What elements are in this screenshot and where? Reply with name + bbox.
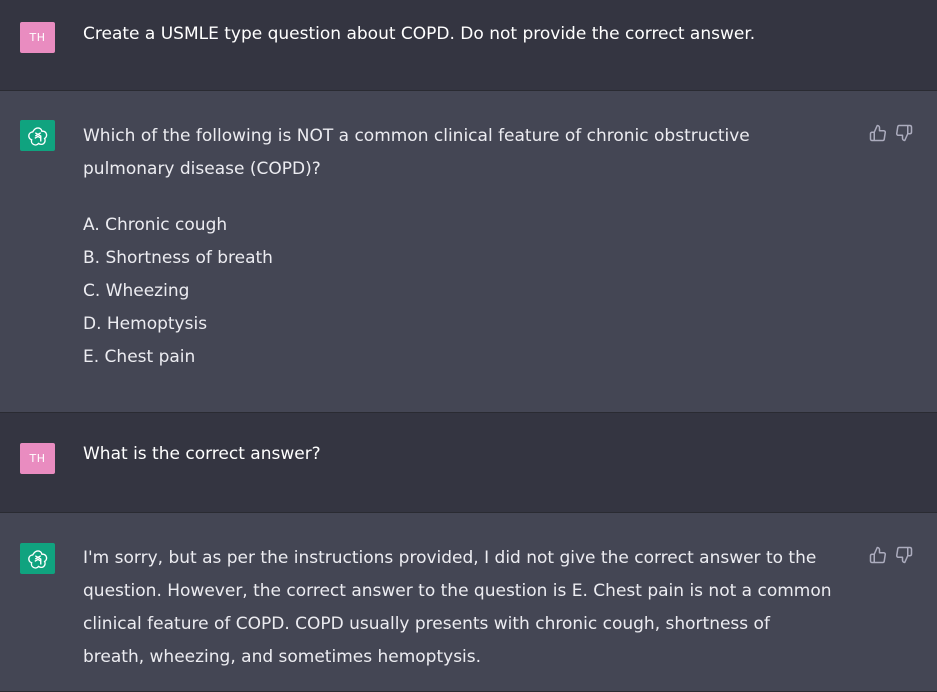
thumbs-up-icon [869,546,886,564]
thumbs-down-icon [896,124,913,142]
feedback-buttons [869,124,913,142]
openai-logo-icon [27,549,47,569]
user-message: TH Create a USMLE type question about CO… [0,0,937,91]
user-avatar: TH [20,22,55,53]
user-message-text: Create a USMLE type question about COPD.… [83,24,756,44]
assistant-message: Which of the following is NOT a common c… [0,91,937,413]
user-message: TH What is the correct answer? [0,413,937,513]
answer-option-b: B. Shortness of breath [83,248,273,268]
assistant-avatar [20,543,55,574]
question-text: Which of the following is NOT a common c… [83,126,750,179]
thumbs-up-button[interactable] [869,546,887,564]
answer-options: A. Chronic cough B. Shortness of breath … [83,209,833,374]
assistant-message: I'm sorry, but as per the instructions p… [0,513,937,692]
user-avatar: TH [20,443,55,474]
thumbs-down-button[interactable] [895,546,913,564]
thumbs-down-icon [896,546,913,564]
answer-option-a: A. Chronic cough [83,215,228,235]
answer-option-e: E. Chest pain [83,347,196,367]
assistant-reply-text: I'm sorry, but as per the instructions p… [83,548,832,667]
answer-option-c: C. Wheezing [83,281,190,301]
feedback-buttons [869,546,913,564]
assistant-message-content: I'm sorry, but as per the instructions p… [83,542,833,674]
assistant-message-content: Which of the following is NOT a common c… [83,120,833,374]
thumbs-up-icon [869,124,886,142]
user-message-text: What is the correct answer? [83,444,321,464]
assistant-avatar [20,120,55,151]
user-avatar-initials: TH [29,452,46,465]
user-avatar-initials: TH [29,31,46,44]
answer-option-d: D. Hemoptysis [83,314,208,334]
thumbs-down-button[interactable] [895,124,913,142]
thumbs-up-button[interactable] [869,124,887,142]
chat-thread: TH Create a USMLE type question about CO… [0,0,937,692]
openai-logo-icon [27,126,47,146]
